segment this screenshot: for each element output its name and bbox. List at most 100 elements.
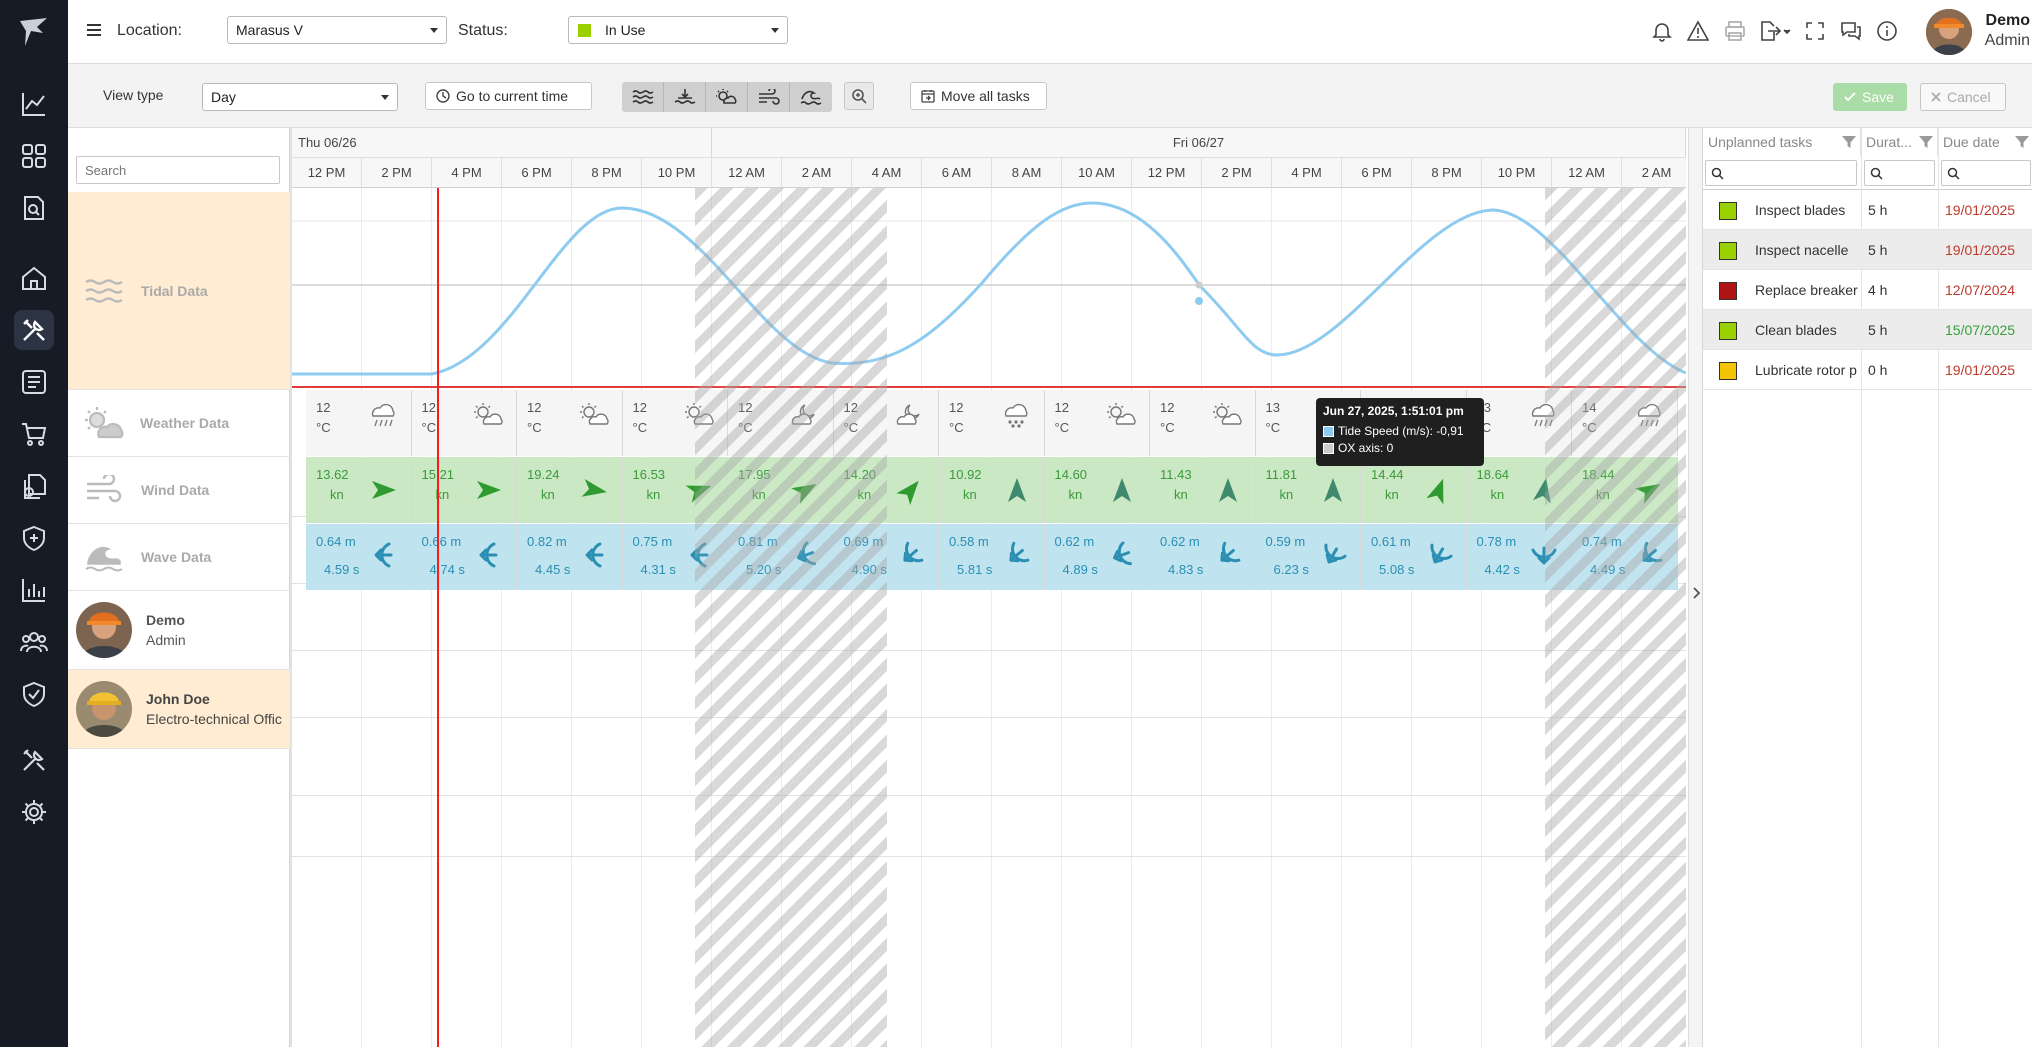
wind-unit: kn <box>1385 487 1399 502</box>
wave-cell[interactable]: 0.58 m 5.81 s <box>939 524 1045 590</box>
wave-period: 4.59 s <box>324 562 360 577</box>
task-row[interactable]: Inspect nacelle 5 h 19/01/2025 <box>1703 230 2032 270</box>
wave-height: 0.78 m <box>1476 534 1517 549</box>
wind-cell[interactable]: 11.81 kn <box>1255 457 1361 523</box>
wind-cell[interactable]: 13.62 kn <box>306 457 412 523</box>
filter-icon[interactable] <box>2014 134 2030 150</box>
task-row[interactable]: Inspect blades 5 h 19/01/2025 <box>1703 190 2032 230</box>
task-filter-input[interactable] <box>1705 160 1857 186</box>
task-due-date: 12/07/2024 <box>1945 282 2016 298</box>
status-select[interactable]: In Use <box>568 16 788 44</box>
document-search-icon[interactable] <box>14 188 54 228</box>
location-select[interactable]: Marasus V <box>227 16 447 44</box>
task-status-swatch <box>1719 202 1737 220</box>
go-to-current-time-button[interactable]: Go to current time <box>425 82 592 110</box>
chevron-right-icon[interactable] <box>1691 586 1701 600</box>
wave-cell[interactable]: 0.62 m 4.83 s <box>1150 524 1256 590</box>
hamburger-menu-icon[interactable] <box>86 22 102 38</box>
wind-cell[interactable]: 14.60 kn <box>1044 457 1150 523</box>
export-dropdown-icon[interactable] <box>1760 20 1794 44</box>
filter-icon[interactable] <box>1841 134 1857 150</box>
unplanned-panel-splitter[interactable] <box>1688 128 1702 1047</box>
resource-row-weather[interactable]: Weather Data <box>68 390 290 457</box>
cancel-button[interactable]: Cancel <box>1920 83 2006 111</box>
task-duration: 5 h <box>1868 322 1888 338</box>
resource-row-person[interactable]: Demo Admin <box>68 591 290 670</box>
documents-icon[interactable] <box>14 466 54 506</box>
weather-cell[interactable]: 12 °C <box>939 390 1045 456</box>
weather-cell[interactable]: 12 °C <box>411 390 517 456</box>
task-status-swatch <box>1719 322 1737 340</box>
safety-shield-icon[interactable] <box>14 518 54 558</box>
resource-row-person[interactable]: John Doe Electro-technical Offic <box>68 670 290 749</box>
chat-messages-icon[interactable] <box>1840 20 1864 44</box>
app-logo-icon[interactable] <box>14 12 54 52</box>
wind-unit: kn <box>963 487 977 502</box>
maintenance-tools-icon[interactable] <box>14 310 54 350</box>
task-row[interactable]: Lubricate rotor p 0 h 19/01/2025 <box>1703 350 2032 390</box>
zoom-button[interactable] <box>844 82 874 110</box>
compliance-check-icon[interactable] <box>14 674 54 714</box>
weather-cell[interactable]: 12 °C <box>517 390 623 456</box>
wave-toggle-icon[interactable] <box>790 82 832 112</box>
wind-cell[interactable]: 15.21kn <box>411 457 517 523</box>
analytics-icon[interactable] <box>14 84 54 124</box>
wind-cell[interactable]: 19.24 kn <box>517 457 623 523</box>
home-icon[interactable] <box>14 258 54 298</box>
user-avatar[interactable] <box>1926 9 1972 55</box>
tide-speed-hover-point[interactable] <box>1195 297 1203 305</box>
wind-cell[interactable]: 14.44 kn <box>1361 457 1467 523</box>
tide-toggle-icon[interactable] <box>622 82 664 112</box>
task-name: Inspect blades <box>1755 202 1846 218</box>
due-date-filter-input[interactable] <box>1941 160 2031 186</box>
info-icon[interactable] <box>1876 20 1900 44</box>
fullscreen-icon[interactable] <box>1804 20 1828 44</box>
wave-cell[interactable]: 0.62 m 4.89 s <box>1044 524 1150 590</box>
shopping-cart-icon[interactable] <box>14 414 54 454</box>
wind-cell[interactable]: 11.43 kn <box>1150 457 1256 523</box>
settings-gear-icon[interactable] <box>14 792 54 832</box>
task-list-icon[interactable] <box>14 362 54 402</box>
reports-chart-icon[interactable] <box>14 570 54 610</box>
wave-cell[interactable]: 0.66 m 4.74 s <box>411 524 517 590</box>
column-header-task[interactable]: Unplanned tasks <box>1703 128 1861 156</box>
resource-row-wave[interactable]: Wave Data <box>68 524 290 591</box>
weather-cell[interactable]: 12 °C <box>1044 390 1150 456</box>
view-type-select[interactable]: Day <box>202 83 398 111</box>
resource-name: Tidal Data <box>141 282 208 299</box>
alert-warning-icon[interactable] <box>1687 20 1711 44</box>
weather-unit: °C <box>527 420 542 435</box>
weather-cell[interactable]: 12 °C <box>306 390 412 456</box>
wind-speed: 19.24 <box>527 467 560 482</box>
weather-toggle-icon[interactable] <box>706 82 748 112</box>
hour-header: 2 PM <box>1202 158 1272 188</box>
hour-header: 6 PM <box>502 158 572 188</box>
wave-cell[interactable]: 0.64 m 4.59 s <box>306 524 412 590</box>
tide-level-toggle-icon[interactable] <box>664 82 706 112</box>
resource-row-tidal[interactable]: Tidal Data <box>68 192 290 390</box>
wind-cell[interactable]: 10.92 kn <box>939 457 1045 523</box>
notifications-bell-icon[interactable] <box>1651 20 1675 44</box>
task-row[interactable]: Clean blades 5 h 15/07/2025 <box>1703 310 2032 350</box>
wave-cell[interactable]: 0.82 m 4.45 s <box>517 524 623 590</box>
resource-row-wind[interactable]: Wind Data <box>68 457 290 524</box>
move-all-tasks-button[interactable]: Move all tasks <box>910 82 1047 110</box>
task-row[interactable]: Replace breaker 4 h 12/07/2024 <box>1703 270 2032 310</box>
wave-cell[interactable]: 0.61 m 5.08 s <box>1361 524 1467 590</box>
wave-cell[interactable]: 0.59 m 6.23 s <box>1255 524 1361 590</box>
tools-config-icon[interactable] <box>14 740 54 780</box>
users-group-icon[interactable] <box>14 622 54 662</box>
wind-toggle-icon[interactable] <box>748 82 790 112</box>
cancel-label: Cancel <box>1947 89 1991 105</box>
resource-search-input[interactable] <box>76 156 280 184</box>
task-name: Lubricate rotor p <box>1755 362 1857 378</box>
filter-icon[interactable] <box>1918 134 1934 150</box>
save-button[interactable]: Save <box>1833 83 1907 111</box>
tooltip-title: Jun 27, 2025, 1:51:01 pm <box>1323 404 1464 418</box>
weather-cell[interactable]: 12 °C <box>1150 390 1256 456</box>
wind-speed: 14.44 <box>1371 467 1404 482</box>
dashboard-grid-icon[interactable] <box>14 136 54 176</box>
print-icon[interactable] <box>1724 20 1748 44</box>
duration-filter-input[interactable] <box>1864 160 1935 186</box>
ox-axis-hover-point[interactable] <box>1195 281 1203 289</box>
